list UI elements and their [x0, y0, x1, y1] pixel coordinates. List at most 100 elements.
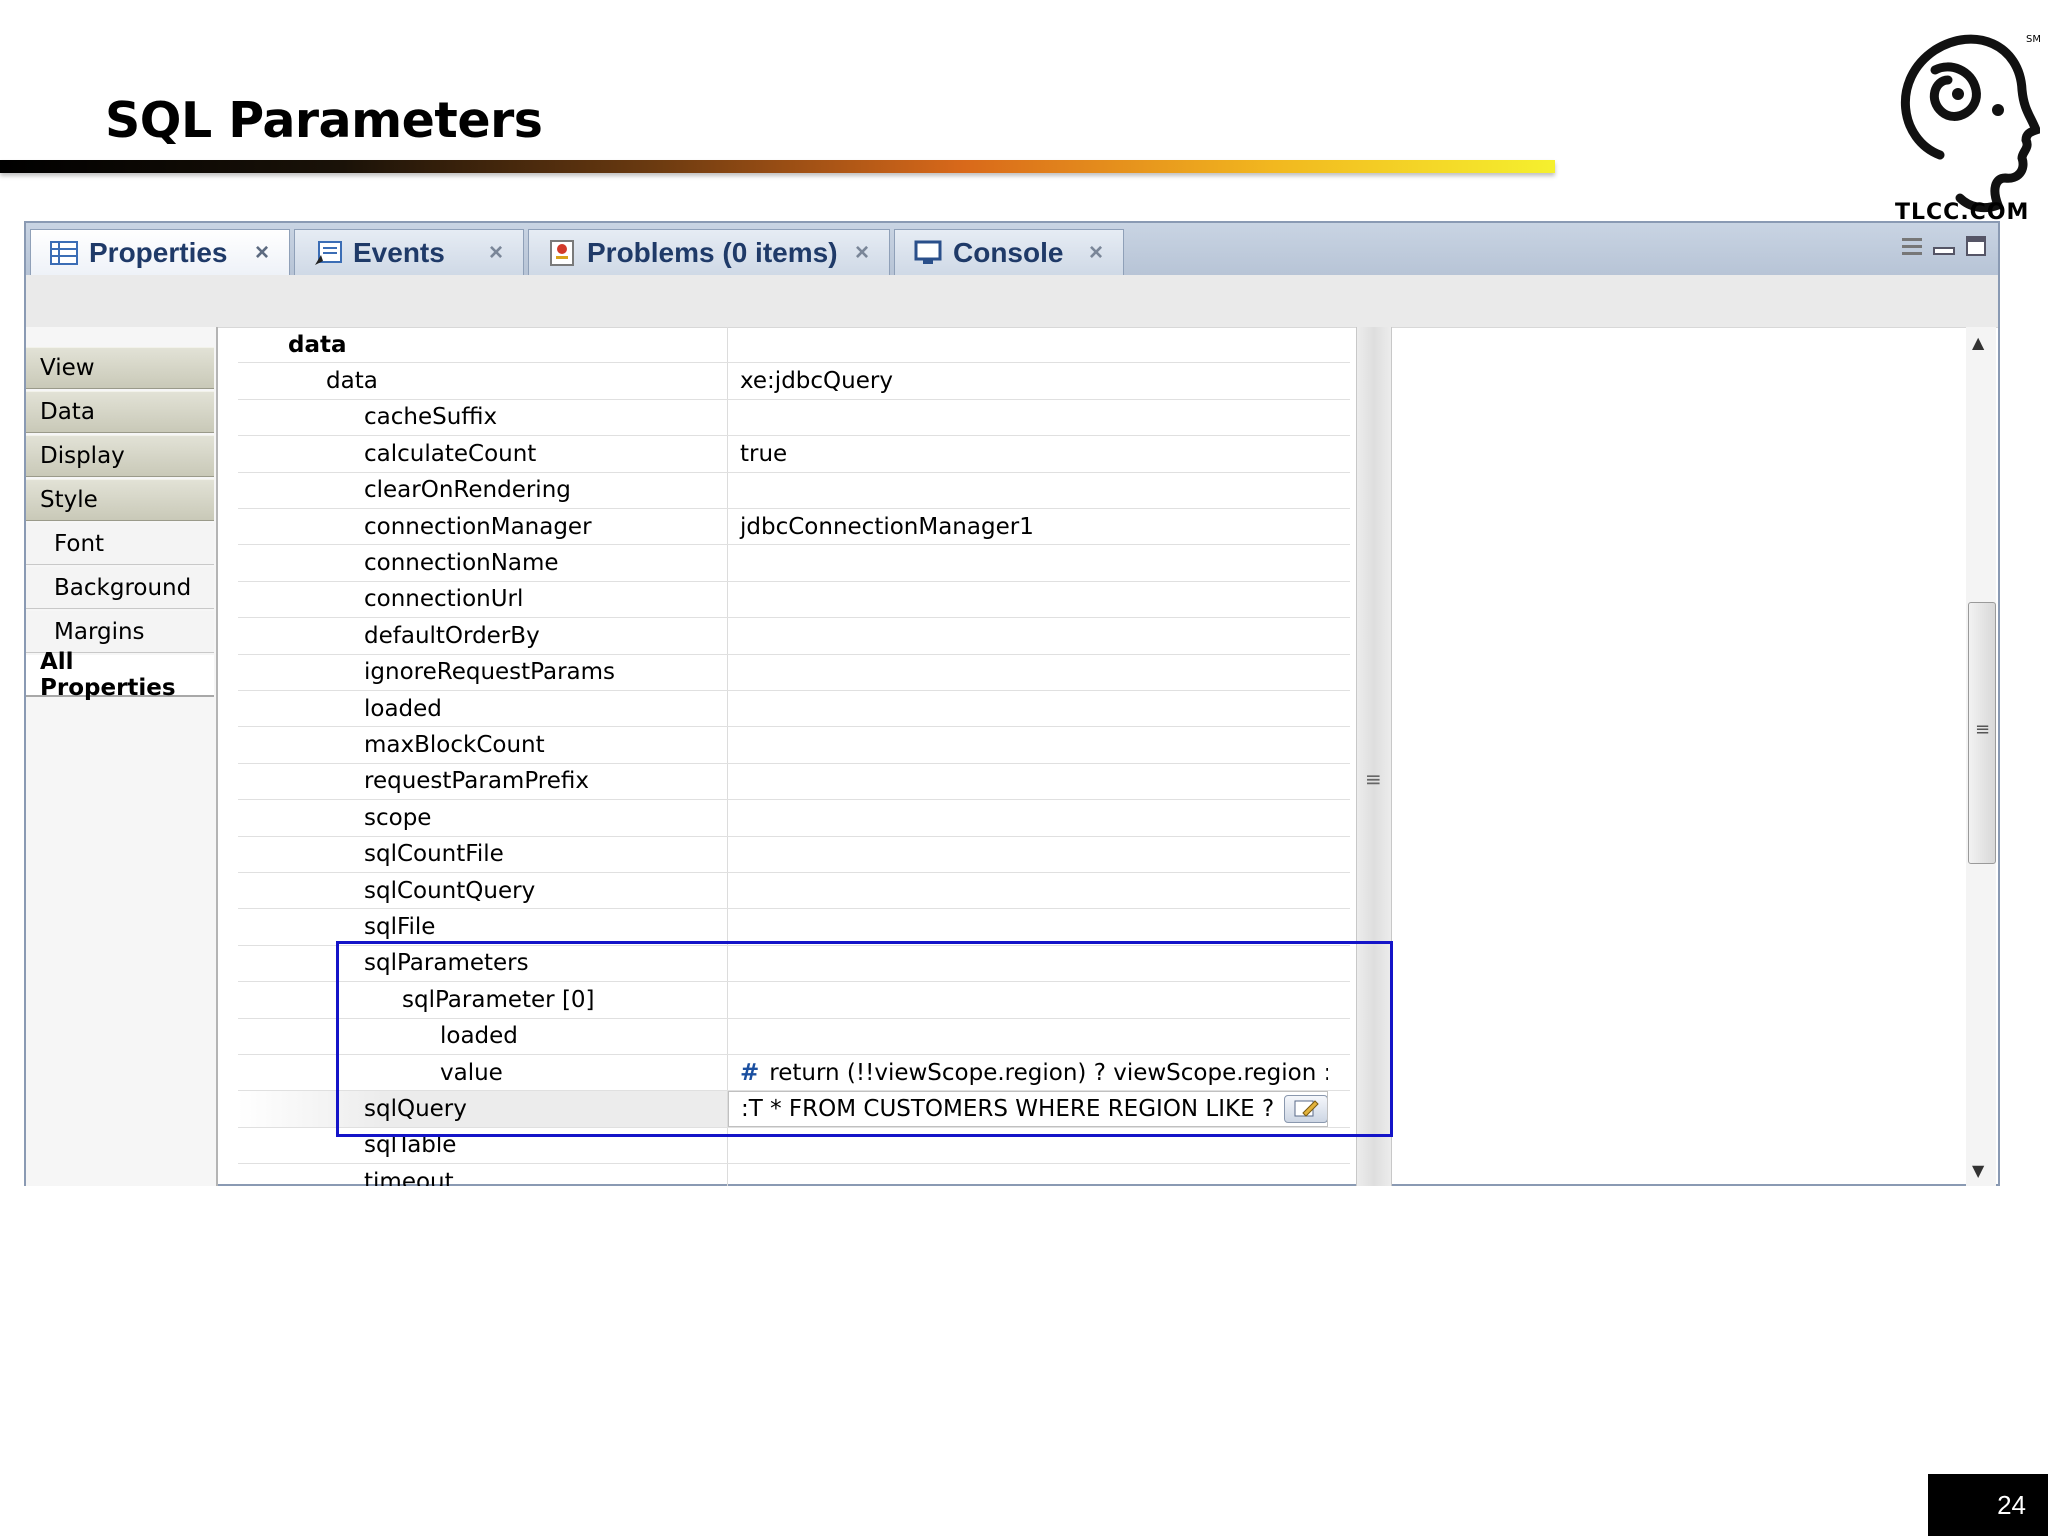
- property-row[interactable]: connectionName: [238, 545, 1350, 582]
- scrollbar-thumb[interactable]: ≡: [1968, 602, 1996, 864]
- property-value-text: xe:jdbcQuery: [740, 368, 893, 395]
- property-row[interactable]: ignoreRequestParams: [238, 654, 1350, 691]
- property-name: ignoreRequestParams: [238, 654, 728, 690]
- property-row[interactable]: clearOnRendering: [238, 472, 1350, 509]
- slide-title: SQL Parameters: [105, 92, 543, 149]
- nav-item-label: Background: [54, 574, 192, 601]
- scroll-down-icon[interactable]: ▼: [1972, 1161, 1984, 1180]
- property-row[interactable]: sqlTable: [238, 1127, 1350, 1165]
- title-rule: [0, 160, 1555, 173]
- property-value-text: true: [740, 440, 788, 467]
- view-menu-icon[interactable]: [1900, 235, 1924, 257]
- property-row[interactable]: requestParamPrefix: [238, 763, 1350, 801]
- nav-item-display[interactable]: Display: [26, 435, 214, 477]
- property-row[interactable]: sqlCountQuery: [238, 873, 1350, 910]
- maximize-icon[interactable]: [1964, 235, 1988, 257]
- console-icon: [914, 240, 942, 264]
- property-value: [728, 764, 1328, 799]
- tab-problems[interactable]: Problems (0 items) ×: [528, 229, 890, 275]
- tlcc-logo: SM: [1900, 34, 2040, 213]
- property-name: scope: [238, 800, 728, 836]
- nav-item-font[interactable]: Font: [26, 523, 214, 565]
- nav-item-view[interactable]: View: [26, 347, 214, 389]
- property-row[interactable]: loaded: [238, 691, 1350, 728]
- property-name: connectionManager: [238, 509, 728, 545]
- property-value: [728, 1164, 1328, 1186]
- nav-item-label: View: [40, 355, 95, 381]
- property-row[interactable]: calculateCount true: [238, 436, 1350, 473]
- tab-events[interactable]: Events ×: [294, 229, 524, 275]
- property-row[interactable]: connectionUrl: [238, 581, 1350, 619]
- property-value: jdbcConnectionManager1: [728, 509, 1328, 544]
- property-value: [728, 909, 1328, 944]
- property-name: sqlQuery: [238, 1091, 728, 1127]
- property-row[interactable]: defaultOrderBy: [238, 618, 1350, 655]
- nav-item-data[interactable]: Data: [26, 391, 214, 433]
- view-tab-bar: Properties × Events × Problems (0 items)…: [26, 223, 1998, 275]
- property-name: cacheSuffix: [238, 399, 728, 436]
- property-value: true: [728, 436, 1328, 471]
- property-row[interactable]: maxBlockCount: [238, 727, 1350, 764]
- nav-item-label: Style: [40, 487, 98, 513]
- tab-console[interactable]: Console ×: [894, 229, 1124, 275]
- scroll-up-icon[interactable]: ▲: [1972, 333, 1984, 352]
- property-name: sqlTable: [238, 1127, 728, 1164]
- property-row[interactable]: loaded: [238, 1018, 1350, 1055]
- close-icon[interactable]: ×: [255, 239, 269, 267]
- property-value: [728, 327, 1328, 362]
- property-value-text: jdbcConnectionManager1: [740, 513, 1034, 540]
- svg-text:SM: SM: [2026, 34, 2040, 45]
- close-icon[interactable]: ×: [855, 239, 869, 267]
- close-icon[interactable]: ×: [1089, 239, 1103, 267]
- nav-item-background[interactable]: Background: [26, 567, 214, 609]
- property-value: [728, 873, 1328, 908]
- property-name: value: [238, 1055, 728, 1091]
- property-value: [728, 582, 1328, 617]
- properties-icon: [50, 240, 78, 265]
- property-value: [728, 400, 1328, 435]
- view-toolbar: [1900, 235, 1988, 257]
- property-row[interactable]: sqlQuery:T * FROM CUSTOMERS WHERE REGION…: [238, 1091, 1350, 1128]
- nav-item-style[interactable]: Style: [26, 479, 214, 521]
- property-row[interactable]: sqlCountFile: [238, 836, 1350, 873]
- property-value: [728, 800, 1328, 835]
- property-name: data: [238, 327, 728, 363]
- property-row[interactable]: value # return (!!viewScope.region) ? view…: [238, 1055, 1350, 1092]
- nav-item-margins[interactable]: Margins: [26, 611, 214, 653]
- property-value: # return (!!viewScope.region) ? viewScope…: [728, 1055, 1328, 1090]
- minimize-icon[interactable]: [1932, 235, 1956, 257]
- pane-splitter[interactable]: ≡: [1356, 327, 1392, 1186]
- nav-item-label: Margins: [54, 618, 145, 645]
- property-name: defaultOrderBy: [238, 618, 728, 654]
- property-row[interactable]: cacheSuffix: [238, 399, 1350, 437]
- property-row[interactable]: sqlFile: [238, 909, 1350, 946]
- edit-value-button[interactable]: [1284, 1095, 1327, 1124]
- property-name: clearOnRendering: [238, 472, 728, 508]
- property-row[interactable]: scope: [238, 800, 1350, 837]
- property-table: data data xe:jdbcQuery cacheSuffix calculate…: [238, 327, 1350, 1186]
- tab-label: Problems (0 items): [587, 236, 838, 268]
- property-row[interactable]: connectionManager jdbcConnectionManager1: [238, 509, 1350, 546]
- property-name: data: [238, 363, 728, 399]
- grip-icon: ≡: [1975, 719, 1991, 740]
- property-row[interactable]: data xe:jdbcQuery: [238, 363, 1350, 400]
- close-icon[interactable]: ×: [489, 239, 503, 267]
- property-row[interactable]: data: [238, 327, 1350, 364]
- nav-item-label: Font: [54, 530, 105, 557]
- tab-properties[interactable]: Properties ×: [30, 229, 290, 275]
- property-name: sqlCountQuery: [238, 873, 728, 909]
- property-value-text: return (!!viewScope.region) ? viewScope.…: [769, 1059, 1328, 1086]
- property-row[interactable]: sqlParameter [0]: [238, 982, 1350, 1019]
- property-value: [728, 946, 1328, 981]
- property-name: calculateCount: [238, 436, 728, 472]
- vertical-scrollbar[interactable]: ▲ ≡ ▼: [1966, 327, 1996, 1186]
- property-value[interactable]: :T * FROM CUSTOMERS WHERE REGION LIKE ?◇: [728, 1091, 1328, 1127]
- page-number: 24: [1928, 1474, 2048, 1536]
- property-name: loaded: [238, 691, 728, 727]
- property-name: sqlCountFile: [238, 836, 728, 872]
- property-row[interactable]: sqlParameters: [238, 945, 1350, 983]
- nav-item-all-properties[interactable]: All Properties: [26, 649, 214, 701]
- property-row[interactable]: timeout: [238, 1164, 1350, 1186]
- property-value: [728, 618, 1328, 653]
- property-value: [728, 837, 1328, 872]
